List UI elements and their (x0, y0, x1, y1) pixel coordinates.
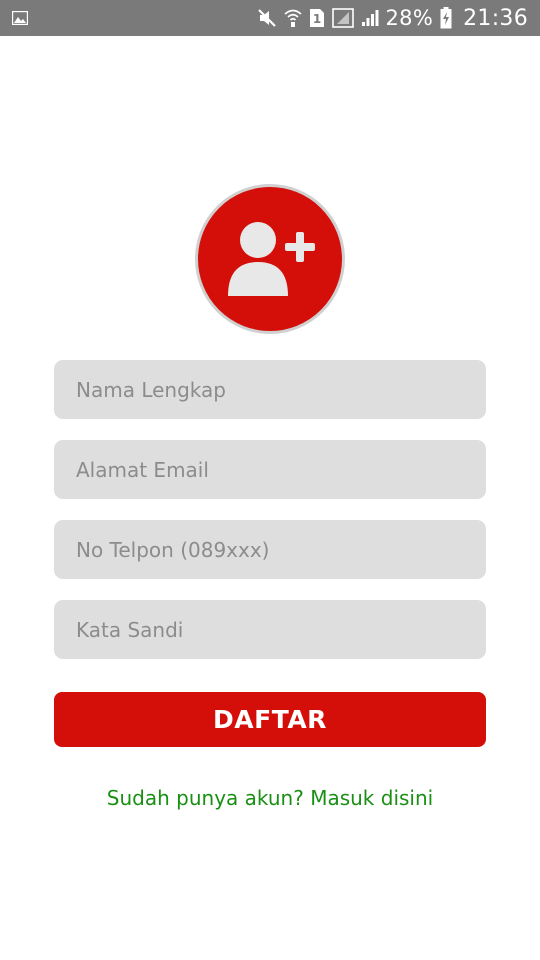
sim-icon: 1 (309, 8, 325, 28)
status-bar: 1 28% 21:36 (0, 0, 540, 36)
register-button[interactable]: DAFTAR (54, 692, 486, 747)
full-name-input[interactable] (54, 360, 486, 419)
phone-input[interactable] (54, 520, 486, 579)
battery-icon (440, 7, 452, 29)
signal-icon (331, 8, 354, 28)
status-bar-left (12, 11, 28, 25)
password-input[interactable] (54, 600, 486, 659)
status-bar-right: 1 28% 21:36 (257, 6, 528, 31)
battery-percent: 28% (385, 6, 434, 30)
image-icon (12, 11, 28, 25)
add-user-icon (220, 212, 320, 307)
signal-bars-icon (361, 9, 379, 27)
mute-icon (257, 8, 277, 28)
sim-label: 1 (312, 12, 320, 26)
avatar[interactable] (195, 184, 345, 334)
clock: 21:36 (463, 5, 528, 31)
wifi-icon (283, 8, 302, 28)
login-link[interactable]: Sudah punya akun? Masuk disini (0, 786, 540, 810)
email-input[interactable] (54, 440, 486, 499)
